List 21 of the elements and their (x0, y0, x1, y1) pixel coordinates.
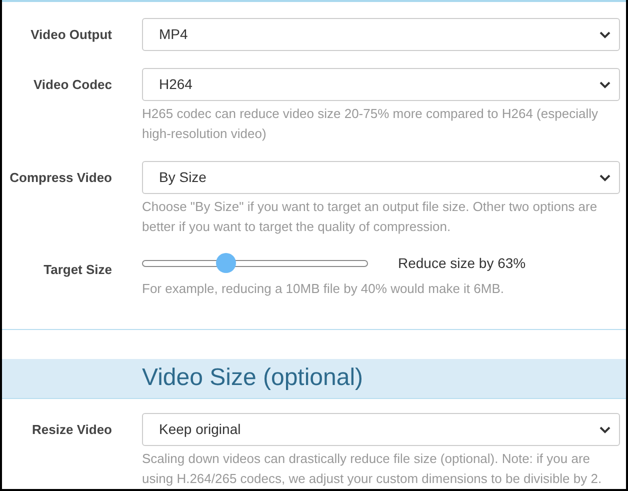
reduction-reading: Reduce size by 63% (398, 254, 526, 273)
field-label: Video Codec (33, 76, 112, 94)
field-label: Video Output (30, 26, 112, 44)
chevron-down-icon (599, 426, 611, 434)
help-text: For example, reducing a 10MB file by 40% would make it 6MB. (142, 280, 506, 298)
field-label: Target Size (44, 261, 112, 279)
help-text: H265 codec can reduce video size 20-75% more compared to H264 (especially high-resolution video) (142, 105, 599, 143)
help-text: Scaling down videos can drastically reduce file size (optional). Note: if you are using H.264/265 codecs, we adjust your custom dimensions to be divisible by 2. (142, 450, 603, 488)
chevron-down-icon (599, 174, 611, 182)
dropdown-select[interactable]: H264 (142, 68, 620, 101)
dropdown-select[interactable]: By Size (142, 161, 620, 194)
slider-thumb[interactable] (216, 253, 236, 273)
chevron-down-icon (599, 30, 611, 38)
field-label: Resize Video (32, 421, 112, 439)
help-text: Choose "By Size" if you want to target an output file size. Other two options are better if you want to target the quality of compression. (142, 198, 598, 236)
dropdown-select[interactable]: MP4 (142, 18, 620, 51)
section-header: Video Size (optional) (2, 358, 626, 399)
slider[interactable] (142, 253, 368, 273)
dropdown-select[interactable]: Keep original (142, 413, 620, 446)
chevron-down-icon (599, 80, 611, 88)
field-label: Compress Video (10, 169, 112, 187)
